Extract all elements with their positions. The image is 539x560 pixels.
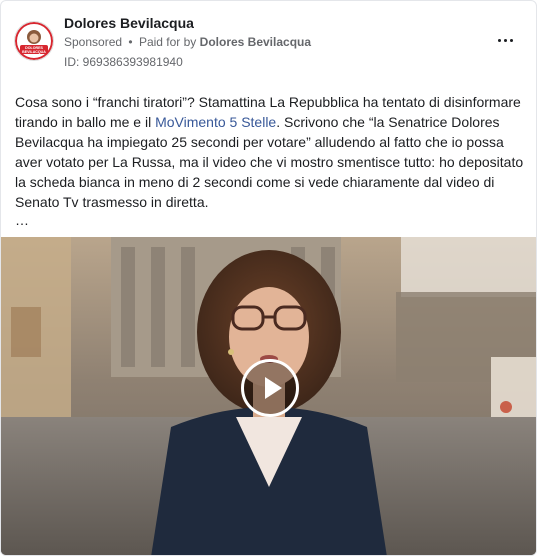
more-dot [510,39,513,42]
sponsored-line: Sponsored • Paid for by Dolores Bevilacq… [64,35,311,49]
page-logo-icon: DOLORES BEVILACQUA [15,22,53,60]
more-options-button[interactable] [496,31,516,51]
page-name-link[interactable]: Dolores Bevilacqua [64,15,194,31]
sponsored-label: Sponsored [64,35,123,49]
play-icon [265,377,282,399]
see-more-button[interactable]: … [15,212,29,228]
logo-text-bottom: BEVILACQUA [22,50,46,54]
post-body-text: Cosa sono i “franchi tiratori”? Stamatti… [15,92,525,212]
separator-dot: • [128,35,133,49]
more-dot [504,39,507,42]
page-avatar[interactable]: DOLORES BEVILACQUA [14,21,54,61]
hashtag-link-movimento-5-stelle[interactable]: MoVimento 5 Stelle [155,114,276,130]
ad-post-card: DOLORES BEVILACQUA Dolores Bevilacqua Sp… [0,0,537,556]
video-player[interactable] [1,237,536,555]
more-horizontal-icon [498,39,501,42]
paid-for-prefix: Paid for by [138,35,197,49]
paid-for-by-name: Dolores Bevilacqua [199,35,312,49]
play-button[interactable] [241,359,299,417]
ad-id: ID: 969386393981940 [64,55,183,69]
